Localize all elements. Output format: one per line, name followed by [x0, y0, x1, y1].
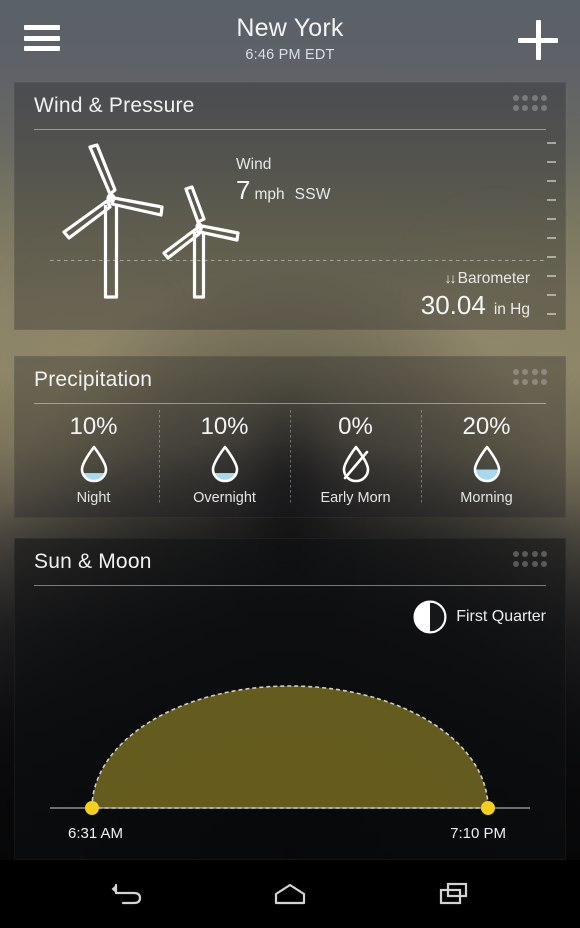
- precipitation-period-label: Morning: [460, 490, 513, 506]
- barometer-scale-ticks: [540, 142, 556, 322]
- barometer-label: Barometer: [457, 270, 530, 287]
- water-drop-slashed-icon: [340, 445, 372, 485]
- barometer-tick: [547, 199, 556, 201]
- page-title: New York: [236, 14, 344, 42]
- sunset-time: 7:10 PM: [450, 825, 506, 842]
- menu-bar: [24, 46, 60, 51]
- precipitation-percent: 20%: [462, 413, 511, 440]
- precipitation-period[interactable]: 10% Overnight: [159, 408, 290, 510]
- wind-direction: SSW: [294, 186, 331, 203]
- barometer-tick: [547, 275, 556, 277]
- wind-label: Wind: [236, 156, 272, 173]
- double-down-arrow-icon: ↓↓: [444, 270, 457, 286]
- precipitation-periods: 10% Night 10% Overnight 0% Early Morn 20% Morni…: [28, 408, 552, 510]
- wind-value-row: 7 mph SSW: [236, 175, 331, 206]
- wind-speed-value: 7: [236, 175, 251, 205]
- wind-speed-unit: mph: [254, 186, 285, 203]
- water-drop-icon: [209, 445, 241, 485]
- drag-handle-icon[interactable]: [513, 369, 549, 387]
- sunrise-marker: [85, 801, 99, 815]
- moon-phase-label: First Quarter: [456, 608, 546, 625]
- wind-turbine-icon: [62, 143, 240, 299]
- barometer-heading: ↓↓ Barometer: [421, 270, 530, 288]
- moon-phase-row: First Quarter: [413, 600, 546, 634]
- barometer-tick: [547, 161, 556, 163]
- water-drop-icon: [78, 445, 110, 485]
- sunrise-time: 6:31 AM: [68, 825, 124, 842]
- card-title-sun-moon: Sun & Moon: [34, 550, 152, 573]
- barometer-unit: in Hg: [493, 301, 530, 318]
- precipitation-period-label: Night: [76, 490, 111, 506]
- card-divider: [34, 129, 546, 130]
- wind-pressure-card[interactable]: Wind & Pressure Wind 7 mph SSW ↓↓ Baromet…: [14, 82, 566, 330]
- barometer-block: ↓↓ Barometer 30.04 in Hg: [421, 270, 530, 321]
- wind-card-dashed-line: [50, 260, 544, 261]
- card-divider: [34, 403, 546, 404]
- barometer-tick: [547, 237, 556, 239]
- precipitation-period[interactable]: 0% Early Morn: [290, 408, 421, 510]
- drag-handle-icon[interactable]: [513, 551, 549, 569]
- barometer-tick: [547, 180, 556, 182]
- precipitation-percent: 0%: [338, 413, 373, 440]
- hamburger-menu-icon[interactable]: [24, 22, 60, 54]
- recent-apps-icon[interactable]: [427, 872, 481, 916]
- home-icon[interactable]: [263, 872, 317, 916]
- sunset-marker: [481, 801, 495, 815]
- barometer-tick: [547, 142, 556, 144]
- moon-first-quarter-icon: [413, 600, 447, 634]
- barometer-tick: [547, 294, 556, 296]
- drag-handle-icon[interactable]: [513, 95, 549, 113]
- precipitation-period-label: Overnight: [193, 490, 256, 506]
- precipitation-percent: 10%: [200, 413, 249, 440]
- android-navigation-bar: [0, 860, 580, 928]
- water-drop-icon: [471, 445, 503, 485]
- plus-icon[interactable]: [518, 20, 558, 60]
- barometer-value-row: 30.04 in Hg: [421, 290, 530, 321]
- barometer-tick: [547, 313, 556, 315]
- sun-path-graph: [50, 685, 530, 815]
- precipitation-period-label: Early Morn: [320, 490, 391, 506]
- barometer-tick: [547, 256, 556, 258]
- local-time: 6:46 PM EDT: [245, 47, 335, 63]
- card-title-wind: Wind & Pressure: [34, 94, 195, 117]
- back-icon[interactable]: [99, 872, 153, 916]
- barometer-tick: [547, 218, 556, 220]
- sun-moon-card[interactable]: Sun & Moon First Quarter 6:31 AM 7:10 PM: [14, 538, 566, 860]
- menu-bar: [24, 35, 60, 41]
- header-title-block: New York 6:46 PM EDT: [0, 14, 580, 63]
- precipitation-card[interactable]: Precipitation 10% Night 10% Overnight 0% Earl…: [14, 356, 566, 518]
- precipitation-percent: 10%: [69, 413, 118, 440]
- card-divider: [34, 585, 546, 586]
- precipitation-period[interactable]: 10% Night: [28, 408, 159, 510]
- barometer-value: 30.04: [420, 290, 486, 320]
- card-title-precipitation: Precipitation: [34, 368, 153, 391]
- precipitation-period[interactable]: 20% Morning: [421, 408, 552, 510]
- app-header: New York 6:46 PM EDT: [0, 0, 580, 78]
- menu-bar: [24, 25, 60, 30]
